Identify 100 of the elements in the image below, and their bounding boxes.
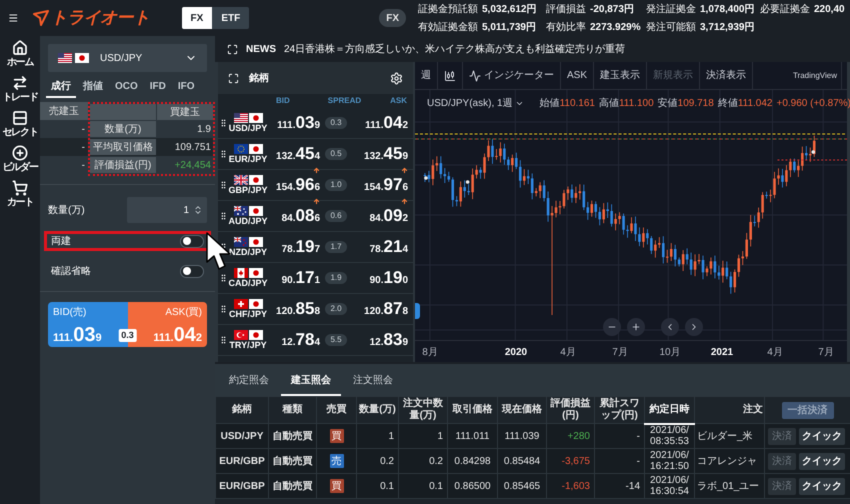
quick-button[interactable]: クイック (799, 478, 845, 494)
toolbar-button[interactable]: 決済表示 (700, 62, 754, 89)
flag-icon (234, 144, 248, 154)
toggle-switch[interactable] (180, 234, 204, 248)
expand-icon[interactable] (228, 72, 239, 84)
table-cell-text: - (80, 122, 86, 136)
bid-price: 154.966 (276, 174, 320, 196)
market-tab[interactable]: ETF (212, 7, 250, 29)
panel-handle[interactable] (415, 303, 420, 319)
quantity-field[interactable]: 1 (127, 197, 207, 223)
rate-row[interactable]: GBP/JPY 154.966 1.0 154.976 (218, 170, 413, 201)
expand-icon[interactable] (227, 44, 238, 54)
pair-selector[interactable]: USD/JPY (48, 44, 207, 72)
spread-badge: 5.5 (325, 334, 347, 346)
spread-badge: 0.3 (325, 117, 347, 129)
axis-label: 7月 (612, 346, 628, 360)
flag-icon (234, 174, 248, 184)
pair-name: GBP/JPY (228, 184, 268, 196)
ohlc-value: 終値111.042 (718, 97, 772, 111)
nav-item[interactable]: トレード (0, 75, 40, 104)
spread-badge: 1.7 (325, 241, 347, 253)
bid-price: 111.039 (53, 323, 102, 348)
bid-price: 84.086 (282, 205, 320, 227)
stat-value: 220,40 (814, 2, 845, 16)
nav-item[interactable]: ビルダー (0, 145, 40, 174)
zoom-in-button[interactable] (627, 318, 645, 336)
ohlc-value: 高値111.100 (598, 96, 654, 111)
toggle-label: 確認省略 (51, 264, 91, 278)
market-tab[interactable]: FX (182, 7, 212, 29)
quick-button[interactable]: クイック (799, 452, 845, 470)
order-type-tab[interactable]: 成行 (46, 76, 76, 98)
indicator-button[interactable]: インジケーター (463, 62, 561, 89)
tab[interactable]: 約定照会 (219, 366, 279, 396)
ask-price: 132.459 (364, 143, 408, 165)
flag-icon (234, 298, 248, 308)
drag-handle-icon[interactable] (219, 179, 228, 191)
side-badge: 売 (330, 454, 344, 468)
table-cell: 自動売買 (268, 474, 316, 498)
ask-price: 120.878 (364, 298, 408, 320)
drag-handle-icon[interactable] (219, 210, 228, 222)
nav-item[interactable]: カート (0, 180, 40, 209)
drag-handle-icon[interactable] (219, 334, 228, 346)
stat-value: 1,078,400円 (700, 2, 754, 16)
table-cell-text: 1.9 (196, 122, 212, 136)
news-headline[interactable]: 24日香港株＝方向感乏しいか、米ハイテク株高が支えも利益確定売りが重荷 (284, 42, 626, 56)
rate-row[interactable]: TRY/JPY 12.784 5.5 12.839 (218, 325, 413, 356)
bid-price: 120.858 (276, 298, 320, 320)
rows-icon (12, 110, 28, 126)
pair-name: CAD/JPY (228, 278, 268, 288)
drag-handle-icon[interactable] (219, 303, 228, 315)
settings-icon[interactable] (390, 72, 403, 84)
table-cell: ラボ_01_ユー (694, 474, 764, 498)
toolbar-button[interactable]: 建玉表示 (594, 62, 648, 89)
rate-row[interactable]: USD/JPY 111.039 0.3 111.042 (218, 108, 413, 139)
rate-row[interactable]: CAD/JPY 90.171 1.9 90.190 (218, 263, 413, 294)
nav-item[interactable]: セレクト (0, 110, 40, 139)
spinner-icon[interactable] (193, 204, 203, 216)
rate-row[interactable]: EUR/JPY 132.454 0.5 132.459 (218, 139, 413, 170)
table-cell: 0.86500 (448, 474, 498, 498)
stat-label: 有効比率 (546, 20, 586, 34)
pair-name: AUD/JPY (228, 216, 268, 226)
order-type-tab[interactable]: OCO (110, 76, 143, 98)
toolbar-button[interactable]: ASK (561, 62, 594, 89)
side-badge: 買 (330, 429, 344, 443)
ask-price: 154.976 (364, 174, 408, 196)
table-cell: 0.85465 (498, 474, 546, 498)
zoom-out-button[interactable] (603, 318, 621, 336)
quick-button[interactable]: クイック (799, 428, 845, 444)
pair-name: NZD/JPY (228, 246, 267, 258)
rate-row[interactable]: AUD/JPY 84.086 0.6 84.092 (218, 201, 413, 232)
indicator-icon (469, 70, 481, 82)
market-badge: FX (379, 9, 406, 27)
toggle-switch[interactable] (180, 264, 204, 278)
flag-icon (248, 330, 262, 340)
pair-name: USD/JPY (228, 122, 268, 134)
toolbar-button[interactable]: 週 (415, 62, 438, 89)
stat-value: 2273.929% (590, 20, 641, 34)
table-cell: - (40, 138, 88, 156)
drag-handle-icon[interactable] (219, 117, 228, 129)
ohlc-value: 始値110.161 (540, 97, 595, 111)
symbol-selector[interactable]: USD/JPY(ask), 1週 (427, 96, 524, 111)
stat-value: 3,712,939円 (700, 20, 754, 34)
order-type-tab[interactable]: 指値 (78, 76, 108, 98)
column-header[interactable]: 銘柄 (216, 396, 268, 424)
drag-handle-icon[interactable] (219, 272, 228, 284)
flag-icon (248, 174, 262, 184)
drag-handle-icon[interactable] (219, 148, 228, 160)
spread-badge: 0.6 (325, 210, 347, 222)
brand-text: TradingView (792, 70, 837, 82)
tab[interactable]: 注文照会 (343, 366, 403, 396)
nav-item[interactable]: ホーム (0, 40, 40, 69)
table-cell-text: 109.751 (174, 140, 212, 154)
flag-icon (248, 298, 262, 308)
order-type-tab[interactable]: IFO (172, 76, 200, 98)
column-header: ASK (390, 95, 407, 107)
logo-text: トライオート (50, 7, 150, 30)
order-type-tab[interactable]: IFD (144, 76, 171, 98)
column-header: 売建玉 (40, 102, 88, 120)
rate-row[interactable]: CHF/JPY 120.858 2.0 120.878 (218, 294, 413, 325)
flag-icon (248, 112, 262, 122)
